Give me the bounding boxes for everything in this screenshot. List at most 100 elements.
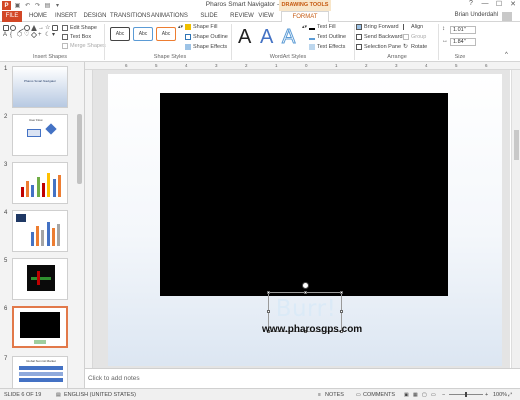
shape-moon-icon[interactable]: ☾ xyxy=(45,32,51,38)
shape-hexagon-icon[interactable]: ⬡ xyxy=(17,32,23,38)
shape-diamond-icon[interactable] xyxy=(30,31,38,39)
merge-shapes-button[interactable]: Merge Shapes xyxy=(62,43,106,49)
avatar[interactable] xyxy=(502,12,512,21)
vertical-scrollbar[interactable] xyxy=(511,70,520,368)
shape-fill-button[interactable]: Shape Fill xyxy=(185,24,217,30)
group-button[interactable]: Group xyxy=(403,34,426,40)
normal-view-icon[interactable]: ▣ xyxy=(404,392,409,398)
slide-thumbnail-5[interactable] xyxy=(12,258,68,300)
user-name[interactable]: Brian Underdahl xyxy=(455,12,498,18)
shape-more-icon[interactable]: ▾ xyxy=(52,32,58,38)
comments-icon[interactable]: ▭ xyxy=(356,392,361,398)
shape-rectangle-icon[interactable] xyxy=(3,25,9,31)
align-button[interactable]: Align xyxy=(403,24,423,30)
wordart-style-2[interactable]: A xyxy=(260,26,273,49)
shape-outline-button[interactable]: Shape Outline xyxy=(185,34,228,40)
tab-slide-show[interactable]: SLIDE SHOW xyxy=(191,11,227,30)
shape-style-preset-3[interactable]: Abc xyxy=(156,27,176,41)
scrollbar-thumb[interactable] xyxy=(514,130,519,160)
selection-pane-icon xyxy=(356,44,362,50)
notes-toggle[interactable]: NOTES xyxy=(325,392,344,398)
thumbnail-scrollbar[interactable] xyxy=(77,114,82,184)
zoom-slider-thumb[interactable] xyxy=(465,392,467,397)
resize-handle[interactable] xyxy=(267,291,270,294)
resize-handle[interactable] xyxy=(304,291,307,294)
shape-width-input[interactable]: 1.84" xyxy=(450,38,476,46)
shape-line-icon[interactable] xyxy=(15,23,25,33)
shape-style-preset-1[interactable]: Abc xyxy=(110,27,130,41)
slide-thumbnail-1[interactable]: Pharos Smart Navigator xyxy=(12,66,68,108)
shape-heart-icon[interactable]: ♡ xyxy=(24,32,30,38)
shape-height-input[interactable]: 1.01" xyxy=(450,26,476,34)
shape-effects-button[interactable]: Shape Effects xyxy=(185,44,227,50)
notes-icon[interactable]: ≡ xyxy=(318,392,321,398)
reading-view-icon[interactable]: ▢ xyxy=(422,392,427,398)
zoom-in-icon[interactable]: + xyxy=(485,392,488,398)
close-button[interactable]: ✕ xyxy=(508,0,518,8)
tab-design[interactable]: DESIGN xyxy=(82,11,108,22)
shape-star-icon[interactable]: ☆ xyxy=(45,25,51,31)
wordart-more-icon[interactable]: ▴▾ xyxy=(302,24,307,30)
maximize-button[interactable]: ☐ xyxy=(494,0,504,8)
tab-home[interactable]: HOME xyxy=(26,11,50,22)
shape-plus-icon[interactable]: + xyxy=(38,32,44,38)
shape-styles-more-icon[interactable]: ▴▾ xyxy=(178,24,183,30)
collapse-ribbon-icon[interactable]: ^ xyxy=(505,52,508,58)
wordart-style-1[interactable]: A xyxy=(238,26,251,49)
tab-transitions[interactable]: TRANSITIONS xyxy=(110,11,150,22)
tab-review[interactable]: REVIEW xyxy=(230,11,254,22)
tab-view[interactable]: VIEW xyxy=(256,11,276,22)
resize-handle[interactable] xyxy=(340,291,343,294)
wordart-styles-group-label: WordArt Styles xyxy=(269,54,307,60)
minimize-button[interactable]: — xyxy=(480,0,490,8)
rotate-button[interactable]: ↻ Rotate xyxy=(403,44,427,50)
edit-shape-button[interactable]: Edit Shape xyxy=(62,25,97,31)
shape-arrow-icon[interactable]: → xyxy=(38,25,44,31)
slide-url-text[interactable]: www.pharosgps.com xyxy=(262,324,362,335)
spellcheck-icon[interactable]: ▤ xyxy=(56,392,61,398)
wordart-style-3[interactable]: A xyxy=(281,26,295,49)
resize-handle[interactable] xyxy=(267,310,270,313)
rotate-handle[interactable] xyxy=(302,282,309,289)
fit-to-window-icon[interactable]: ⤢ xyxy=(508,392,512,398)
tab-insert[interactable]: INSERT xyxy=(54,11,78,22)
thumb-7-row xyxy=(19,378,63,382)
bring-forward-button[interactable]: Bring Forward xyxy=(356,24,399,30)
group-divider xyxy=(354,24,355,60)
text-box-button[interactable]: Text Box xyxy=(62,34,91,40)
slide-thumbnail-4[interactable] xyxy=(12,210,68,252)
text-fill-button[interactable]: Text Fill xyxy=(309,24,336,30)
slide-headline-text[interactable]: Burr! xyxy=(271,296,341,322)
slide-thumbnail-7[interactable]: Global Summit Market xyxy=(12,356,68,388)
tab-file[interactable]: FILE xyxy=(2,11,22,22)
send-backward-button[interactable]: Send Backward xyxy=(356,34,403,40)
text-effects-button[interactable]: Text Effects xyxy=(309,44,345,50)
merge-shapes-label: Merge Shapes xyxy=(70,43,106,49)
shape-text-icon[interactable]: A xyxy=(3,32,9,38)
tab-animations[interactable]: ANIMATIONS xyxy=(151,11,188,22)
shapes-gallery[interactable]: → ☆ A { ⬡ ♡ + ☾ ▾ xyxy=(3,23,59,47)
language-indicator[interactable]: ENGLISH (UNITED STATES) xyxy=(64,392,136,398)
comments-toggle[interactable]: COMMENTS xyxy=(363,392,395,398)
notes-pane[interactable]: Click to add notes xyxy=(85,368,520,388)
shape-triangle-icon[interactable] xyxy=(31,25,37,31)
slideshow-view-icon[interactable]: ▭ xyxy=(431,392,436,398)
slide-thumbnail-2[interactable]: User Flow xyxy=(12,114,68,156)
text-fill-label: Text Fill xyxy=(317,24,336,30)
zoom-level[interactable]: 100% xyxy=(493,392,507,398)
shape-style-preset-2[interactable]: Abc xyxy=(133,27,153,41)
zoom-out-icon[interactable]: − xyxy=(442,392,445,398)
slide-thumbnail-3[interactable] xyxy=(12,162,68,204)
text-outline-button[interactable]: Text Outline xyxy=(309,34,346,40)
black-rectangle-shape[interactable] xyxy=(160,93,448,296)
help-button[interactable]: ? xyxy=(466,0,476,8)
shape-bracket-icon[interactable]: { xyxy=(10,32,16,38)
slide-thumbnail-6[interactable] xyxy=(12,306,68,348)
shape-rounded-rect-icon[interactable] xyxy=(24,25,30,31)
thumb-1-title: Pharos Smart Navigator xyxy=(23,79,56,83)
shape-callout-icon[interactable] xyxy=(52,25,58,31)
selection-pane-button[interactable]: Selection Pane xyxy=(356,44,401,50)
slide-thumbnail-pane[interactable]: 1 Pharos Smart Navigator 2 User Flow 3 4… xyxy=(0,62,85,388)
zoom-slider[interactable] xyxy=(449,392,483,397)
slide-sorter-icon[interactable]: ▦ xyxy=(413,392,418,398)
